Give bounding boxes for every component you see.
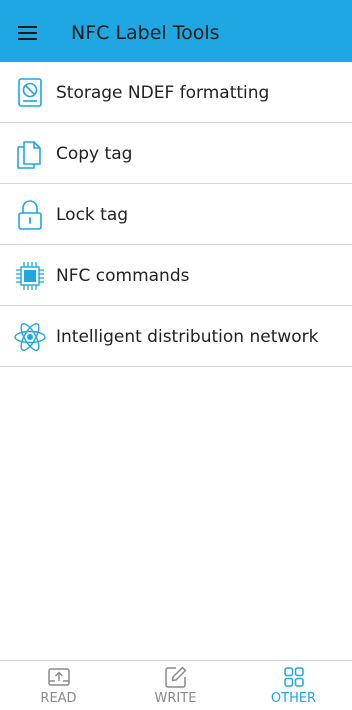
list-item-nfc-commands[interactable]: NFC commands: [0, 245, 352, 306]
grid-apps-icon: [235, 664, 352, 690]
copy-documents-icon: [13, 137, 47, 171]
nav-tab-label: WRITE: [154, 691, 197, 706]
list-item-label: Copy tag: [56, 144, 133, 164]
read-tray-icon: [0, 664, 117, 690]
list-item-label: Storage NDEF formatting: [56, 83, 270, 103]
write-pencil-icon: [117, 664, 234, 690]
nav-tab-write[interactable]: WRITE: [117, 661, 234, 710]
app-bar: NFC Label Tools: [0, 0, 352, 62]
list-item-label: Intelligent distribution network: [56, 327, 319, 347]
list-item-label: Lock tag: [56, 205, 129, 225]
nav-tab-label: READ: [40, 691, 77, 706]
list-item-intelligent-distribution-network[interactable]: Intelligent distribution network: [0, 306, 352, 367]
page-title: NFC Label Tools: [71, 22, 220, 44]
bottom-navigation: READ WRITE OTHER: [0, 660, 352, 710]
nav-tab-label: OTHER: [270, 691, 317, 706]
lock-icon: [13, 198, 47, 232]
storage-format-icon: [13, 76, 47, 110]
list-item-copy-tag[interactable]: Copy tag: [0, 123, 352, 184]
atom-icon: [13, 320, 47, 354]
hamburger-menu-icon[interactable]: [8, 13, 48, 53]
nav-tab-read[interactable]: READ: [0, 661, 117, 710]
nav-tab-other[interactable]: OTHER: [235, 661, 352, 710]
chip-icon: [13, 259, 47, 293]
tool-list: Storage NDEF formatting Copy tag Lock ta…: [0, 62, 352, 367]
list-item-lock-tag[interactable]: Lock tag: [0, 184, 352, 245]
list-item-storage-ndef-formatting[interactable]: Storage NDEF formatting: [0, 62, 352, 123]
list-item-label: NFC commands: [56, 266, 190, 286]
